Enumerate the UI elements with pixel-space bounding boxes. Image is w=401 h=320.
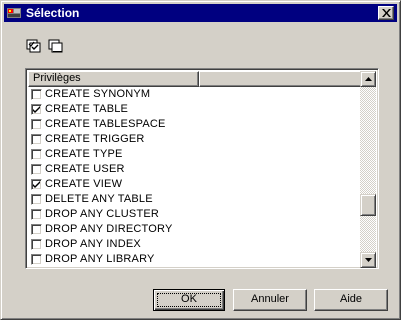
checkmark-icon — [33, 181, 40, 188]
help-button[interactable]: Aide — [314, 289, 388, 311]
checkbox-unchecked[interactable] — [31, 89, 42, 100]
close-icon — [381, 9, 391, 17]
close-button[interactable] — [378, 6, 394, 20]
list-rows: CREATE SYNONYM CREATE TABLE CREATE TABLESP… — [28, 87, 362, 268]
checkbox-unchecked[interactable] — [31, 194, 42, 205]
cancel-label: Annuler — [251, 293, 289, 305]
list-item-label: CREATE TABLESPACE — [45, 118, 166, 130]
scroll-up-button[interactable] — [360, 71, 376, 87]
column-header-second[interactable] — [199, 71, 362, 87]
checkbox-unchecked[interactable] — [31, 149, 42, 160]
list-item-label: CREATE USER — [45, 163, 125, 175]
vertical-scrollbar[interactable] — [360, 71, 376, 268]
privileges-list[interactable]: Privilèges CREATE SYNONYM CREATE TABLE CRE… — [25, 68, 379, 269]
scroll-thumb[interactable] — [360, 194, 376, 216]
list-item-label: CREATE TYPE — [45, 148, 123, 160]
app-icon — [6, 5, 22, 21]
column-header-privileges[interactable]: Privilèges — [28, 71, 199, 87]
list-item[interactable]: DROP ANY CLUSTER — [28, 207, 362, 222]
list-item-label: CREATE SYNONYM — [45, 88, 151, 100]
ok-label: OK — [181, 293, 197, 305]
list-item-label: DROP ANY INDEX — [45, 238, 141, 250]
list-item-label: CREATE TRIGGER — [45, 133, 145, 145]
list-item[interactable]: CREATE TRIGGER — [28, 132, 362, 147]
list-item[interactable]: CREATE TYPE — [28, 147, 362, 162]
checkbox-unchecked[interactable] — [31, 254, 42, 265]
list-item-label: CREATE TABLE — [45, 103, 129, 115]
list-item[interactable]: DROP ANY INDEX — [28, 237, 362, 252]
list-item[interactable]: DROP ANY LIBRARY — [28, 252, 362, 267]
help-label: Aide — [339, 293, 363, 305]
list-item[interactable]: CREATE TABLE — [28, 102, 362, 117]
select-all-button[interactable] — [26, 39, 44, 55]
checkbox-unchecked[interactable] — [31, 164, 42, 175]
list-item[interactable]: CREATE VIEW — [28, 177, 362, 192]
checkbox-unchecked[interactable] — [31, 224, 42, 235]
select-all-icon — [26, 39, 41, 53]
list-item-label: DROP ANY CLUSTER — [45, 208, 160, 220]
arrow-up-icon — [364, 77, 372, 81]
title-bar[interactable]: Sélection — [4, 4, 397, 22]
list-item-label: DROP ANY DIRECTORY — [45, 223, 173, 235]
scroll-down-button[interactable] — [360, 252, 376, 268]
list-item[interactable]: CREATE SYNONYM — [28, 87, 362, 102]
list-item-label: DELETE ANY TABLE — [45, 193, 153, 205]
checkbox-unchecked[interactable] — [31, 134, 42, 145]
list-header: Privilèges — [28, 71, 362, 87]
cancel-button[interactable]: Annuler — [233, 289, 307, 311]
checkbox-unchecked[interactable] — [31, 209, 42, 220]
ok-button[interactable]: OK — [153, 289, 225, 311]
list-item-label: DROP ANY LIBRARY — [45, 253, 155, 265]
list-item[interactable]: DELETE ANY TABLE — [28, 192, 362, 207]
dialog-title: Sélection — [26, 6, 80, 20]
list-item[interactable]: CREATE TABLESPACE — [28, 117, 362, 132]
checkbox-checked[interactable] — [31, 104, 42, 115]
selection-dialog: Sélection Privilèges CREATE SYNONYM CREAT… — [0, 0, 401, 320]
arrow-down-icon — [364, 258, 372, 262]
list-item[interactable]: DROP ANY DIRECTORY — [28, 222, 362, 237]
deselect-all-icon — [48, 39, 63, 53]
checkmark-icon — [33, 106, 40, 113]
checkbox-checked[interactable] — [31, 179, 42, 190]
checkbox-unchecked[interactable] — [31, 239, 42, 250]
deselect-all-button[interactable] — [48, 39, 66, 55]
list-item-label: CREATE VIEW — [45, 178, 123, 190]
checkbox-unchecked[interactable] — [31, 119, 42, 130]
list-item[interactable]: CREATE USER — [28, 162, 362, 177]
